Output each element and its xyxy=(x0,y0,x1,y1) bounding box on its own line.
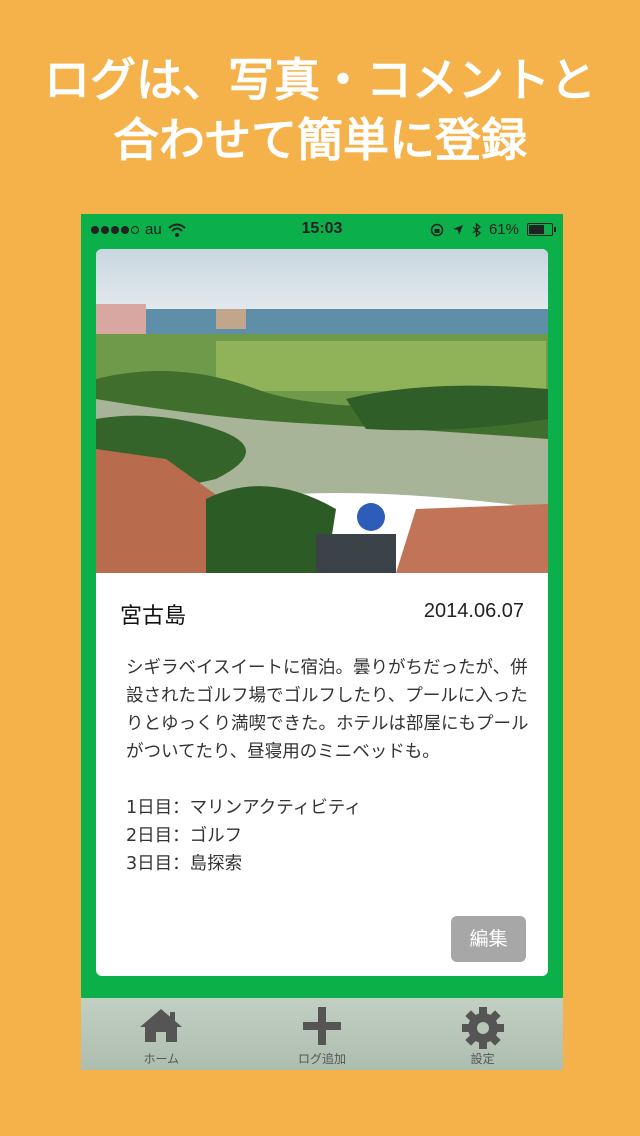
promo-headline: ログは、写真・コメントと 合わせて簡単に登録 xyxy=(0,50,640,170)
edit-button[interactable]: 編集 xyxy=(451,916,526,962)
tab-add-log[interactable]: ログ追加 xyxy=(242,998,403,1070)
battery-percent: 61% xyxy=(488,221,519,238)
log-photo xyxy=(96,249,548,573)
status-bar: au 15:03 61% xyxy=(81,214,563,246)
tab-add-log-label: ログ追加 xyxy=(298,1052,347,1066)
plus-icon xyxy=(303,1007,341,1045)
phone-screen: au 15:03 61% 宮古島 2014.06.07 シギラベイスイートに宿泊… xyxy=(81,214,563,1070)
log-card: 宮古島 2014.06.07 シギラベイスイートに宿泊。曇りがちだったが、併設さ… xyxy=(96,249,548,976)
home-icon xyxy=(140,1009,183,1042)
tab-settings[interactable]: 設定 xyxy=(402,998,563,1070)
log-place: 宮古島 xyxy=(120,604,187,629)
headline-line-1: ログは、写真・コメントと xyxy=(44,53,596,107)
tab-home[interactable]: ホーム xyxy=(81,998,242,1070)
battery-icon xyxy=(527,223,556,236)
bluetooth-icon xyxy=(472,222,481,237)
location-icon xyxy=(452,224,463,235)
rotation-lock-icon xyxy=(430,223,444,236)
tab-settings-label: 設定 xyxy=(470,1052,495,1066)
headline-line-2: 合わせて簡単に登録 xyxy=(113,113,527,167)
tab-bar: ホーム ログ追加 設定 xyxy=(81,998,563,1070)
tab-home-label: ホーム xyxy=(143,1052,180,1066)
gear-icon xyxy=(461,1007,504,1049)
log-date: 2014.06.07 xyxy=(423,600,524,622)
log-comment: シギラベイスイートに宿泊。曇りがちだったが、併設されたゴルフ場でゴルフしたり、プ… xyxy=(126,658,529,874)
